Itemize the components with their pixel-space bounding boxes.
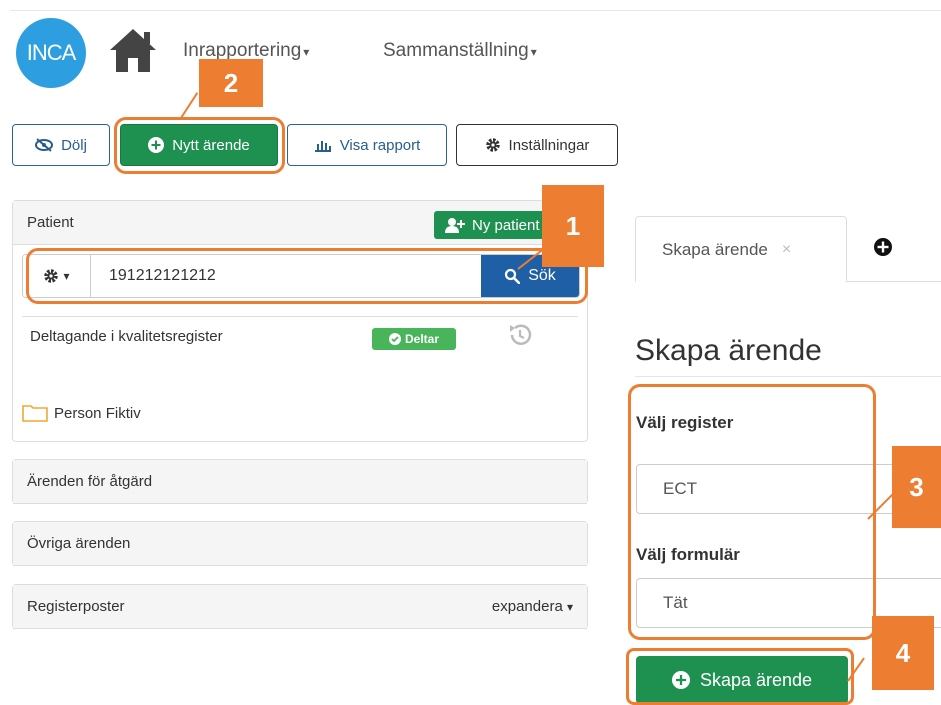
folder-icon (22, 405, 48, 422)
registry-posts-title: Registerposter (27, 598, 125, 615)
home-icon[interactable] (108, 26, 158, 74)
tab-create-case-label: Skapa ärende (662, 239, 768, 259)
divider (22, 316, 578, 317)
nav-sammanstallning[interactable]: Sammanställning ▾ (383, 40, 537, 62)
settings-button-label: Inställningar (508, 136, 590, 154)
actions-panel[interactable]: Ärenden för åtgärd (12, 459, 588, 504)
chevron-down-icon: ▾ (566, 600, 573, 614)
callout-badge-2: 2 (199, 59, 263, 107)
participation-label: Deltagande i kvalitetsregister (30, 328, 223, 345)
patient-panel-title: Patient (27, 214, 74, 231)
new-patient-label: Ny patient (472, 216, 540, 234)
chevron-down-icon: ▾ (530, 45, 537, 59)
status-badge: Deltar (372, 328, 456, 350)
show-report-label: Visa rapport (339, 136, 421, 154)
page-title: Skapa ärende (635, 334, 822, 367)
callout-badge-4: 4 (872, 616, 934, 690)
registry-posts-panel: Registerposter expandera ▾ (12, 584, 588, 629)
person-folder[interactable]: Person Fiktiv (22, 404, 141, 422)
highlight-new-case (114, 117, 285, 174)
callout-badge-1: 1 (542, 185, 604, 267)
chevron-down-icon: ▾ (303, 45, 310, 59)
nav-sammanstallning-label: Sammanställning (383, 40, 529, 61)
hide-button[interactable]: Dölj (12, 124, 110, 166)
logo-text: INCA (26, 40, 77, 65)
expand-label: expandera (491, 598, 563, 615)
add-user-icon (445, 218, 465, 233)
check-circle-icon (388, 333, 401, 345)
gear-icon (485, 138, 500, 152)
other-cases-panel[interactable]: Övriga ärenden (12, 521, 588, 566)
add-tab-icon[interactable] (873, 237, 893, 257)
highlight-register-form (628, 384, 876, 640)
expand-toggle[interactable]: expandera ▾ (492, 598, 573, 615)
inca-logo[interactable]: INCA (16, 18, 86, 88)
person-name: Person Fiktiv (54, 404, 141, 422)
nav-inrapportering-label: Inrapportering (183, 40, 302, 61)
bar-chart-icon (314, 141, 331, 152)
settings-button[interactable]: Inställningar (456, 124, 618, 166)
highlight-search (26, 248, 588, 304)
navbar-border (10, 10, 941, 11)
actions-panel-title: Ärenden för åtgärd (27, 473, 153, 490)
status-badge-label: Deltar (404, 332, 439, 346)
show-report-button[interactable]: Visa rapport (287, 124, 447, 166)
callout-badge-3: 3 (892, 446, 941, 528)
highlight-create-button (626, 648, 854, 705)
other-cases-title: Övriga ärenden (27, 535, 131, 552)
callout-line-2 (180, 92, 199, 119)
tab-baseline (846, 281, 941, 282)
close-icon[interactable]: × (782, 241, 791, 259)
hide-button-label: Dölj (61, 136, 87, 154)
tab-create-case[interactable]: Skapa ärende × (635, 216, 847, 282)
divider (635, 376, 941, 377)
eye-slash-icon (35, 138, 54, 152)
history-icon[interactable] (506, 322, 534, 348)
